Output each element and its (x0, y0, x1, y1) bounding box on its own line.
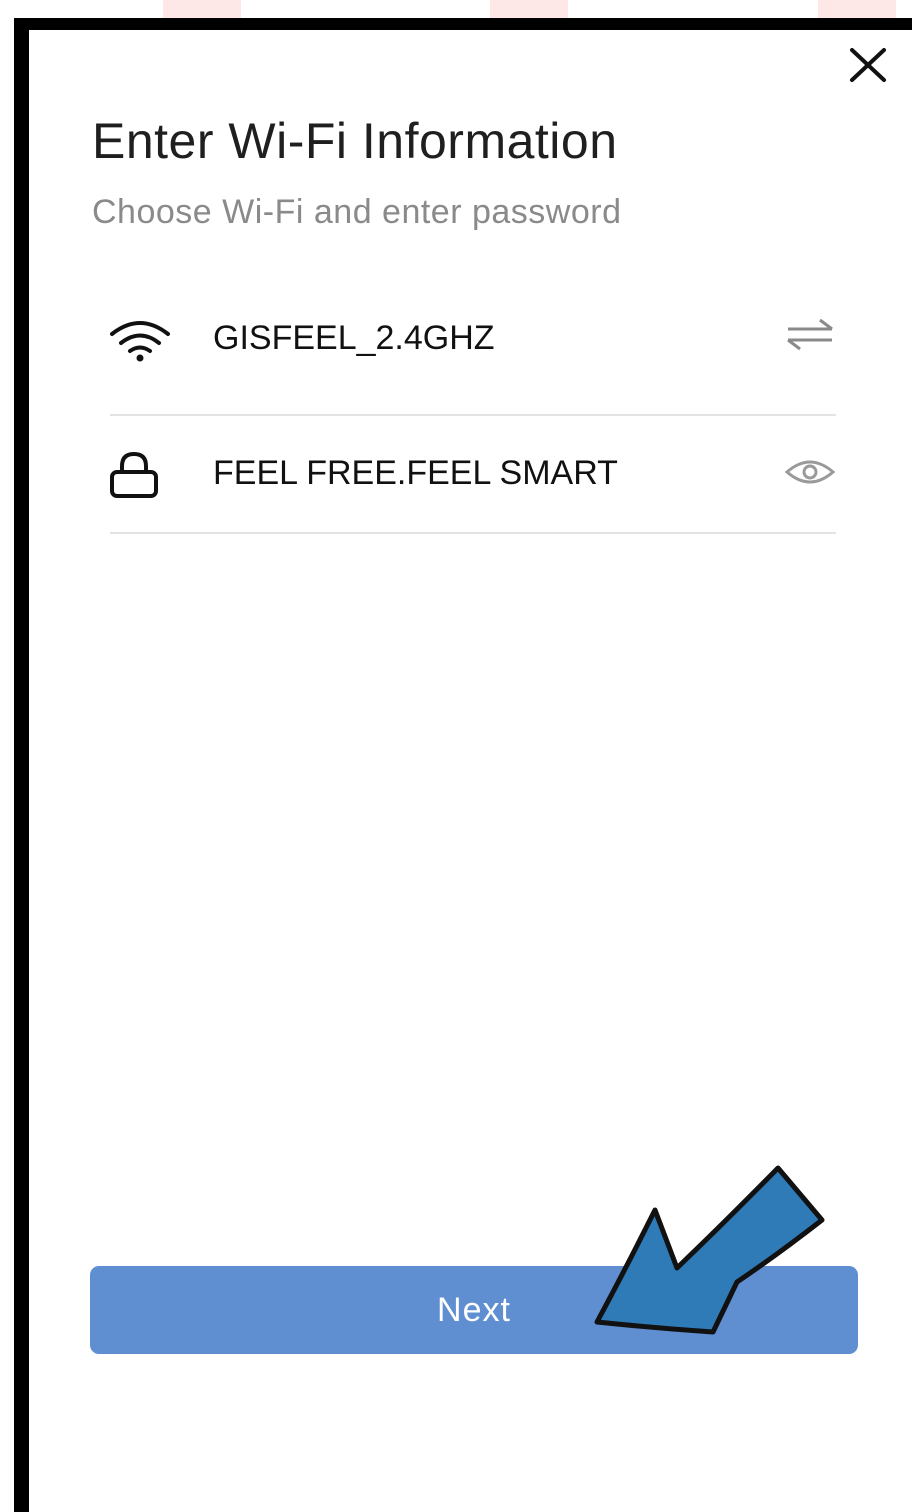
close-icon (850, 48, 886, 82)
wifi-icon (110, 316, 170, 366)
password-value: FEEL FREE.FEEL SMART (213, 454, 618, 492)
wifi-network-name: GISFEEL_2.4GHZ (213, 319, 495, 357)
password-field[interactable]: FEEL FREE.FEEL SMART (110, 414, 836, 534)
switch-network-button[interactable] (784, 316, 836, 356)
eye-icon (784, 460, 836, 484)
lock-icon (110, 450, 170, 500)
next-button[interactable]: Next (90, 1266, 858, 1354)
toggle-password-visibility-button[interactable] (784, 452, 836, 492)
switch-network-icon (787, 318, 833, 351)
page-title: Enter Wi-Fi Information (92, 113, 618, 169)
close-button[interactable] (848, 48, 888, 84)
screen: Enter Wi-Fi Information Choose Wi-Fi and… (0, 0, 912, 1512)
wifi-network-field[interactable]: GISFEEL_2.4GHZ (110, 296, 836, 416)
page-subtitle: Choose Wi-Fi and enter password (92, 193, 622, 231)
